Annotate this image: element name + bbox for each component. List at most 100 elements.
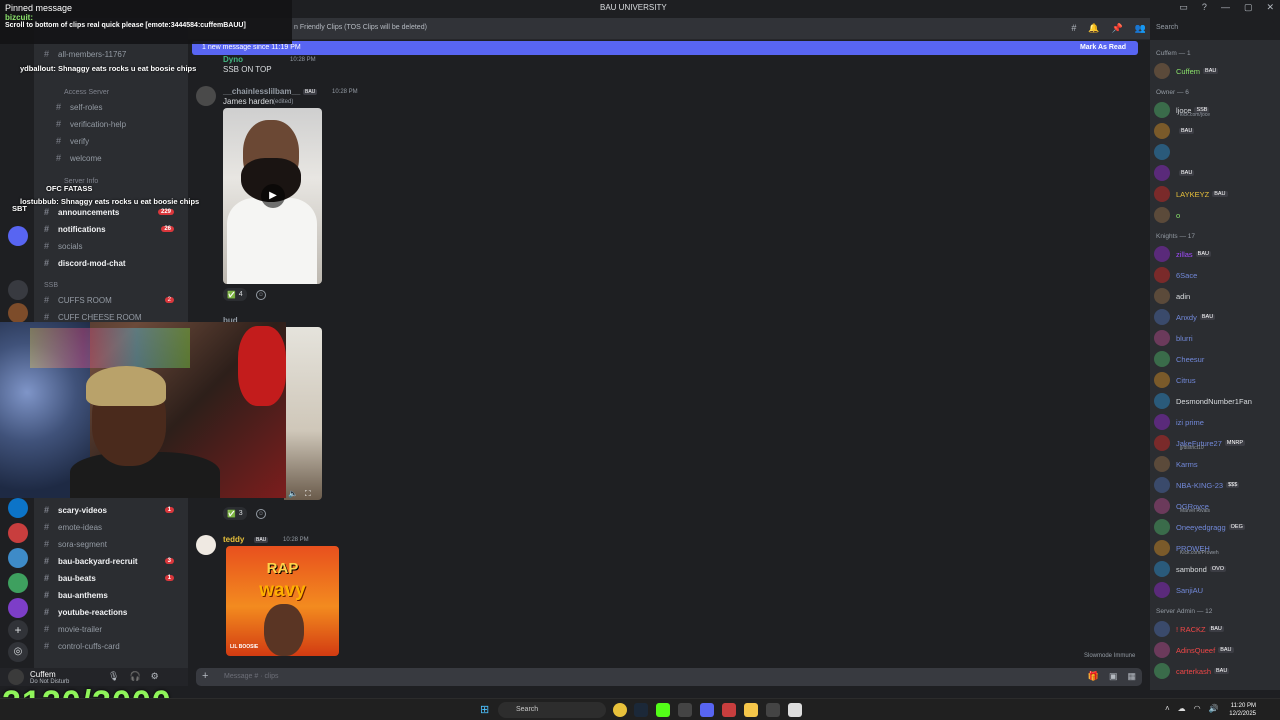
channel-item[interactable]: # CUFFS ROOM 2: [44, 293, 184, 307]
member-item[interactable]: Cheesur: [1154, 350, 1278, 368]
member-item[interactable]: NBA-KING-23 $$$: [1154, 476, 1278, 494]
minimize-button[interactable]: —: [1221, 2, 1230, 13]
maximize-button[interactable]: ▢: [1244, 2, 1253, 13]
channel-item[interactable]: # notifications 26: [44, 222, 184, 236]
add-reaction-icon[interactable]: ☺: [256, 290, 266, 300]
member-item[interactable]: Citrus: [1154, 371, 1278, 389]
taskbar-search[interactable]: Search: [498, 702, 606, 718]
add-reaction-icon[interactable]: ☺: [256, 509, 266, 519]
avatar[interactable]: [8, 669, 24, 685]
help-icon[interactable]: ?: [1202, 2, 1207, 13]
channel-item[interactable]: # youtube-reactions: [44, 605, 184, 619]
volume-icon[interactable]: 🔊: [1209, 704, 1219, 713]
pin-icon[interactable]: 📌: [1112, 23, 1123, 34]
channel-item[interactable]: # control-cuffs-card: [44, 639, 184, 653]
member-item[interactable]: AdinsQueef BAU: [1154, 641, 1278, 659]
close-button[interactable]: ✕: [1266, 2, 1274, 13]
channel-item[interactable]: # all-members-11767: [44, 47, 184, 61]
member-item[interactable]: SanjiAU: [1154, 581, 1278, 599]
fullscreen-icon[interactable]: ⛶: [305, 489, 311, 499]
member-item[interactable]: zillas BAU: [1154, 245, 1278, 263]
channel-item[interactable]: # emote-ideas: [44, 520, 184, 534]
category-ssb[interactable]: SSB: [44, 282, 58, 289]
member-item[interactable]: DesmondNumber1Fan: [1154, 392, 1278, 410]
channel-item[interactable]: # verification-help: [56, 117, 196, 131]
channel-item[interactable]: # movie-trailer: [44, 622, 184, 636]
search-input[interactable]: Search: [1150, 20, 1274, 36]
server-icon[interactable]: [8, 573, 28, 593]
channel-item[interactable]: # welcome: [56, 151, 196, 165]
avatar[interactable]: [196, 86, 216, 106]
channel-item[interactable]: # bau-beats 1: [44, 571, 184, 585]
channel-item[interactable]: # announcements 229: [44, 205, 184, 219]
chrome-icon[interactable]: [613, 703, 627, 717]
app-icon[interactable]: [722, 703, 736, 717]
server-icon[interactable]: [8, 303, 28, 323]
member-item[interactable]: adin: [1154, 287, 1278, 305]
server-icon[interactable]: [8, 548, 28, 568]
app-icon[interactable]: [788, 703, 802, 717]
bell-icon[interactable]: 🔔: [1088, 23, 1099, 34]
app-icon[interactable]: [678, 703, 692, 717]
channel-item[interactable]: # sora-segment: [44, 537, 184, 551]
member-item[interactable]: Karms: [1154, 455, 1278, 473]
member-item[interactable]: Cuffem BAU: [1154, 62, 1278, 80]
channel-item[interactable]: # verify: [56, 134, 196, 148]
member-item[interactable]: BAU: [1154, 164, 1278, 182]
member-item[interactable]: Oneeyedgragg OEG: [1154, 518, 1278, 536]
channel-item[interactable]: # bau-anthems: [44, 588, 184, 602]
discover-icon[interactable]: ◎: [8, 642, 28, 662]
member-item[interactable]: Anxdy BAU: [1154, 308, 1278, 326]
image-attachment[interactable]: RAP wavy LIL BOOSIE: [226, 546, 339, 656]
cloud-icon[interactable]: ☁: [1178, 704, 1186, 713]
channel-item[interactable]: # socials: [44, 239, 184, 253]
server-icon[interactable]: [8, 226, 28, 246]
member-item[interactable]: ! RACKZ BAU: [1154, 620, 1278, 638]
wifi-icon[interactable]: ◠: [1194, 704, 1201, 713]
message-author[interactable]: __chainlesslilbam__: [223, 87, 300, 96]
members-icon[interactable]: 👥: [1135, 23, 1146, 34]
sticker-icon[interactable]: ▦: [1127, 671, 1136, 682]
start-icon[interactable]: ⊞: [480, 703, 489, 716]
file-explorer-icon[interactable]: [744, 703, 758, 717]
category-access-server[interactable]: Access Server: [64, 89, 109, 96]
steam-icon[interactable]: [634, 703, 648, 717]
add-attachment-icon[interactable]: +: [202, 670, 208, 682]
reaction-checkmark[interactable]: ✅ 3: [223, 507, 247, 520]
gear-icon[interactable]: ⚙: [151, 671, 159, 682]
message-input[interactable]: Message # · clips: [224, 673, 278, 680]
gif-icon[interactable]: ▣: [1109, 671, 1118, 682]
member-item[interactable]: sambond OVO: [1154, 560, 1278, 578]
channel-item[interactable]: # scary-videos 1: [44, 503, 184, 517]
member-item[interactable]: LAYKEYZ BAU: [1154, 185, 1278, 203]
server-icon[interactable]: [8, 280, 28, 300]
channel-item[interactable]: # discord-mod-chat: [44, 256, 184, 270]
video-attachment[interactable]: ▶: [223, 108, 322, 284]
message-composer[interactable]: + Message # · clips 🎁 ▣ ▦: [196, 668, 1142, 686]
channel-item[interactable]: # self-roles: [56, 100, 196, 114]
avatar[interactable]: [196, 535, 216, 555]
message-author[interactable]: teddy: [223, 535, 244, 544]
threads-icon[interactable]: #: [1071, 23, 1076, 34]
mark-as-read-button[interactable]: Mark As Read: [1080, 44, 1126, 51]
inbox-icon[interactable]: ▭: [1179, 2, 1188, 13]
discord-icon[interactable]: [700, 703, 714, 717]
kick-icon[interactable]: [656, 703, 670, 717]
server-icon[interactable]: [8, 523, 28, 543]
member-item[interactable]: 6Sace: [1154, 266, 1278, 284]
volume-icon[interactable]: 🔈: [288, 489, 298, 498]
member-item[interactable]: ljoce SSB kick.com/joce: [1154, 101, 1278, 119]
server-icon[interactable]: [8, 498, 28, 518]
member-item[interactable]: JakeFuture27 MNRP jj/district10: [1154, 434, 1278, 452]
member-item[interactable]: carterkash BAU: [1154, 662, 1278, 680]
gift-icon[interactable]: 🎁: [1088, 671, 1099, 682]
member-item[interactable]: OGRoyce Marvel Rivals: [1154, 497, 1278, 515]
member-item[interactable]: izi prime: [1154, 413, 1278, 431]
message-author[interactable]: Dyno: [223, 55, 243, 64]
chevron-up-icon[interactable]: ˄: [1165, 704, 1170, 713]
reaction-checkmark[interactable]: ✅ 4: [223, 288, 247, 301]
member-item[interactable]: BAU: [1154, 122, 1278, 140]
member-item[interactable]: PROWEH Kick.com/Proweh: [1154, 539, 1278, 557]
server-icon[interactable]: [8, 598, 28, 618]
microphone-icon[interactable]: 🎙: [108, 671, 119, 682]
